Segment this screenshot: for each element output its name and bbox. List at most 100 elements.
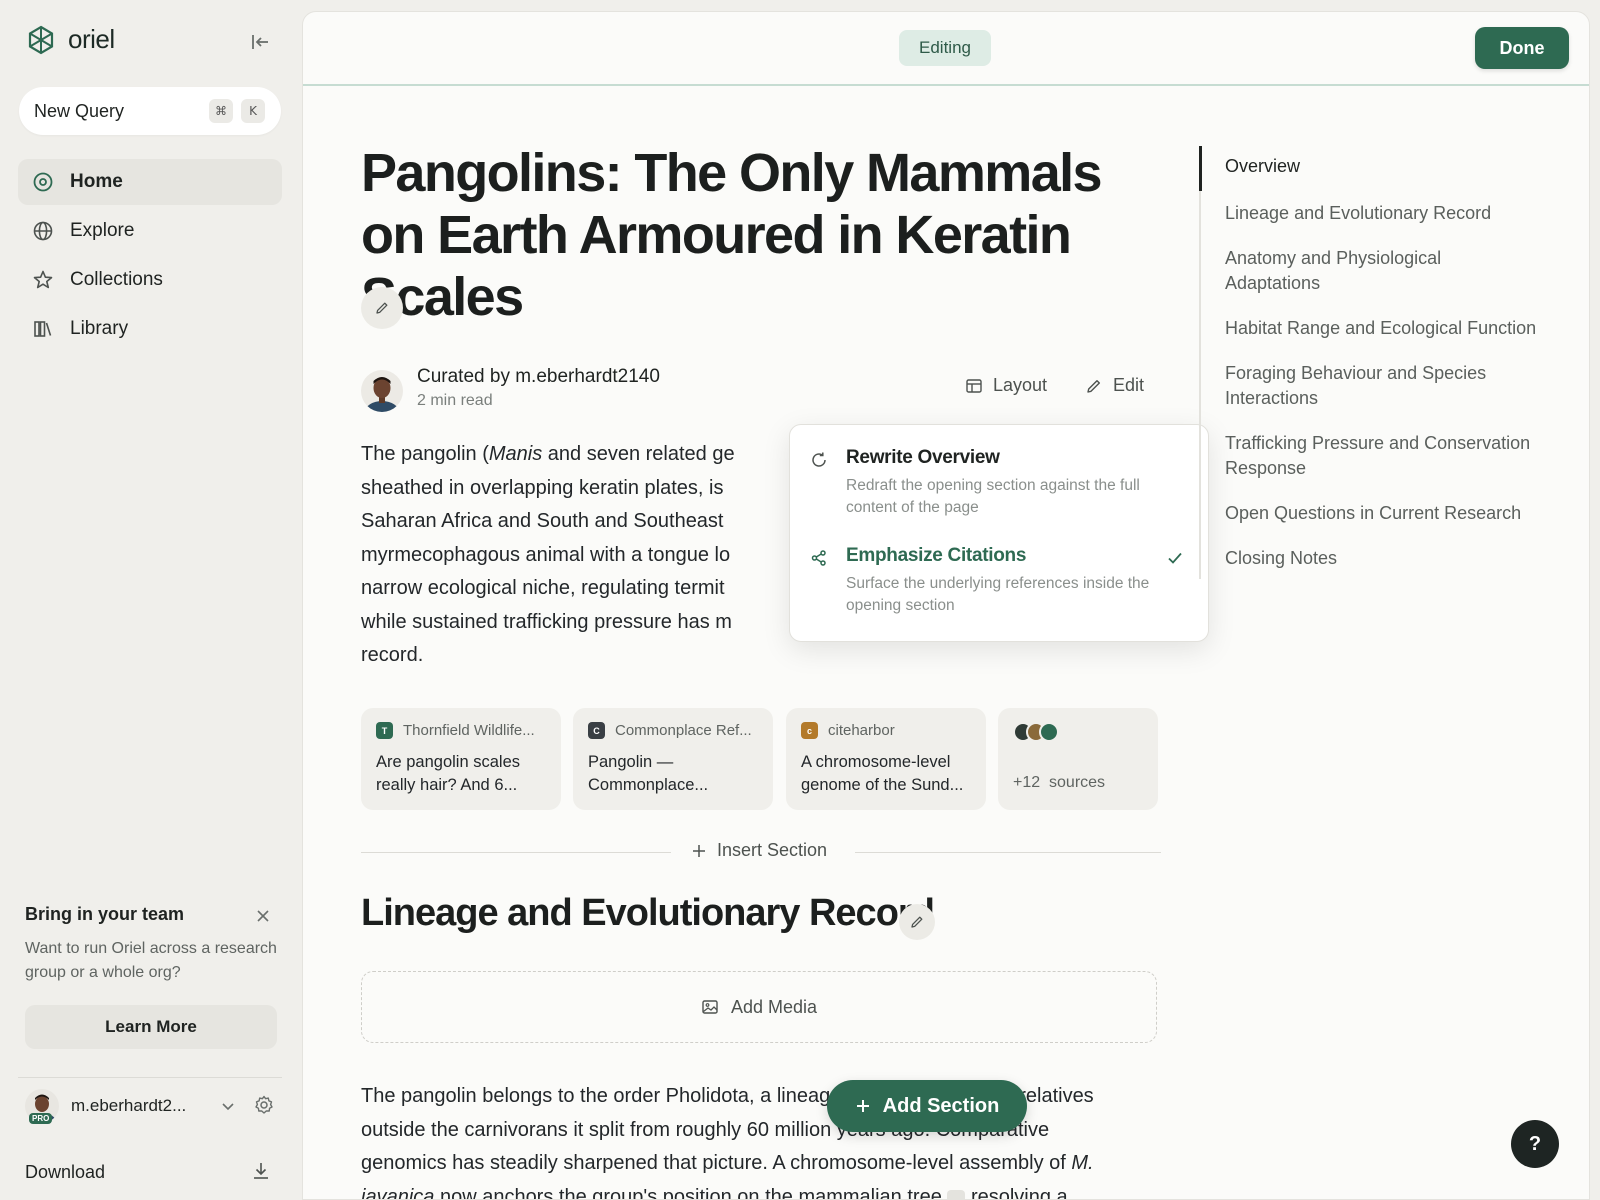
brand[interactable]: oriel bbox=[26, 24, 115, 55]
editor-panel: Editing Done Pangolins: The Only Mammals… bbox=[302, 11, 1590, 1200]
read-time: 2 min read bbox=[417, 392, 493, 409]
edit-button[interactable]: Edit bbox=[1085, 375, 1144, 396]
edit-label: Edit bbox=[1113, 375, 1145, 395]
compass-icon bbox=[33, 172, 53, 192]
pro-badge: PRO bbox=[29, 1113, 53, 1124]
checkmark-icon bbox=[1168, 552, 1182, 564]
sidebar-item-library[interactable]: Library bbox=[18, 306, 282, 352]
editor-toolbar: Editing Done bbox=[303, 12, 1589, 86]
insert-section-button[interactable]: Insert Section bbox=[691, 840, 827, 861]
source-card[interactable]: T Thornfield Wildlife... Are pangolin sc… bbox=[361, 708, 561, 810]
source-card[interactable]: C Commonplace Ref... Pangolin — Commonpl… bbox=[573, 708, 773, 810]
download-icon bbox=[254, 1163, 268, 1179]
pencil-icon bbox=[376, 302, 388, 314]
toc-item-habitat[interactable]: Habitat Range and Ecological Function bbox=[1199, 306, 1539, 351]
source-site: citeharbor bbox=[828, 722, 895, 739]
sidebar-item-collections[interactable]: Collections bbox=[18, 257, 282, 303]
source-card-header: C Commonplace Ref... bbox=[588, 722, 758, 739]
section-line: javanica now anchors the group's positio… bbox=[361, 1181, 1161, 1199]
help-button[interactable]: ? bbox=[1511, 1120, 1559, 1168]
page-title[interactable]: Pangolins: The Only Mammals on Earth Arm… bbox=[361, 142, 1161, 328]
globe-icon bbox=[33, 221, 53, 241]
collapse-sidebar-icon[interactable] bbox=[248, 30, 272, 54]
sidebar-divider bbox=[18, 1077, 282, 1078]
toc-item-trafficking[interactable]: Trafficking Pressure and Conservation Re… bbox=[1199, 421, 1539, 491]
toc-item-open-questions[interactable]: Open Questions in Current Research bbox=[1199, 491, 1539, 536]
source-favicon: T bbox=[376, 722, 393, 739]
edit-section-title-button[interactable] bbox=[899, 904, 935, 940]
promo-title: Bring in your team bbox=[25, 904, 185, 924]
source-title: A chromosome-level genome of the Sund... bbox=[801, 753, 964, 794]
insert-section: Insert Section bbox=[361, 838, 1161, 868]
insert-section-label: Insert Section bbox=[717, 840, 828, 860]
menu-item-title: Emphasize Citations bbox=[846, 545, 1027, 566]
shortcut-mod-key: ⌘ bbox=[209, 99, 233, 123]
source-card-header: T Thornfield Wildlife... bbox=[376, 722, 546, 739]
new-query-button[interactable]: New Query ⌘ K bbox=[19, 87, 281, 135]
gear-icon[interactable] bbox=[253, 1094, 275, 1116]
layout-icon bbox=[966, 378, 982, 393]
source-stack-icons bbox=[1013, 722, 1143, 744]
divider bbox=[855, 852, 1161, 853]
citation-chip[interactable] bbox=[947, 1190, 966, 1199]
new-query-label: New Query bbox=[34, 100, 125, 121]
add-section-button[interactable]: Add Section bbox=[827, 1080, 1027, 1132]
source-favicon: C bbox=[588, 722, 605, 739]
layout-button[interactable]: Layout bbox=[965, 375, 1047, 396]
add-section-label: Add Section bbox=[882, 1094, 1000, 1117]
source-title: Are pangolin scales really hair? And 6..… bbox=[376, 753, 521, 794]
toc-item-lineage[interactable]: Lineage and Evolutionary Record bbox=[1199, 191, 1539, 236]
avatar bbox=[361, 370, 403, 412]
source-site: Commonplace Ref... bbox=[615, 722, 752, 739]
user-name: m.eberhardt2... bbox=[71, 1096, 187, 1115]
section-text[interactable]: The pangolin belongs to the order Pholid… bbox=[361, 1080, 1161, 1199]
sidebar-item-label: Collections bbox=[70, 269, 163, 290]
section-line: outside the carnivorans it split from ro… bbox=[361, 1118, 1050, 1141]
sidebar-item-label: Home bbox=[70, 171, 123, 192]
download-label: Download bbox=[25, 1161, 106, 1182]
author-avatar-image bbox=[361, 370, 403, 412]
edit-title-button[interactable] bbox=[361, 287, 403, 329]
source-card[interactable]: c citeharbor A chromosome-level genome o… bbox=[786, 708, 986, 810]
done-button[interactable]: Done bbox=[1475, 27, 1569, 69]
learn-more-button[interactable]: Learn More bbox=[25, 1005, 277, 1049]
books-icon bbox=[34, 321, 52, 337]
oriel-logo-icon bbox=[28, 25, 54, 54]
pencil-icon bbox=[1087, 379, 1100, 393]
toc-item-overview[interactable]: Overview bbox=[1199, 146, 1539, 191]
author-name[interactable]: Curated by m.eberhardt2140 bbox=[417, 366, 660, 388]
plus-icon bbox=[693, 844, 705, 857]
editing-status-badge: Editing bbox=[899, 30, 991, 66]
section-title[interactable]: Lineage and Evolutionary Record bbox=[361, 892, 935, 935]
sidebar-item-explore[interactable]: Explore bbox=[18, 208, 282, 254]
close-icon[interactable] bbox=[253, 906, 273, 926]
pencil-icon bbox=[911, 916, 923, 928]
toc-item-foraging[interactable]: Foraging Behaviour and Species Interacti… bbox=[1199, 351, 1539, 421]
plus-icon bbox=[856, 1100, 869, 1112]
chevron-down-icon[interactable] bbox=[218, 1096, 238, 1116]
sidebar-item-label: Library bbox=[70, 318, 129, 339]
sidebar: oriel New Query ⌘ K Home Explore Collect… bbox=[0, 0, 296, 1200]
user-menu[interactable]: PRO m.eberhardt2... bbox=[25, 1087, 277, 1125]
source-dot-icon bbox=[1039, 722, 1059, 742]
menu-item-description: Surface the underlying references inside… bbox=[846, 575, 1150, 614]
divider bbox=[361, 852, 671, 853]
source-card-header: c citeharbor bbox=[801, 722, 971, 739]
section-line: The pangolin belongs to the order Pholid… bbox=[361, 1085, 1094, 1107]
sidebar-item-home[interactable]: Home bbox=[18, 159, 282, 205]
toc-item-anatomy[interactable]: Anatomy and Physiological Adaptations bbox=[1199, 236, 1539, 306]
menu-item-title: Rewrite Overview bbox=[846, 447, 1000, 468]
more-sources-card[interactable]: +12 sources bbox=[998, 708, 1158, 810]
avatar: PRO bbox=[25, 1089, 59, 1124]
author-row: Curated by m.eberhardt2140 2 min read La… bbox=[361, 364, 1161, 420]
share-icon bbox=[811, 550, 826, 566]
add-media-button[interactable]: Add Media bbox=[361, 971, 1157, 1043]
add-media-label: Add Media bbox=[730, 996, 818, 1017]
more-sources-label: +12 sources bbox=[1013, 774, 1106, 791]
toc-item-closing-notes[interactable]: Closing Notes bbox=[1199, 536, 1539, 579]
refresh-icon bbox=[812, 452, 826, 467]
promo-text: Want to run Oriel across a research grou… bbox=[25, 940, 277, 981]
menu-item-description: Redraft the opening section against the … bbox=[846, 477, 1140, 516]
overview-actions-menu: Rewrite Overview Redraft the opening sec… bbox=[789, 424, 1209, 642]
download-button[interactable]: Download bbox=[25, 1157, 277, 1187]
